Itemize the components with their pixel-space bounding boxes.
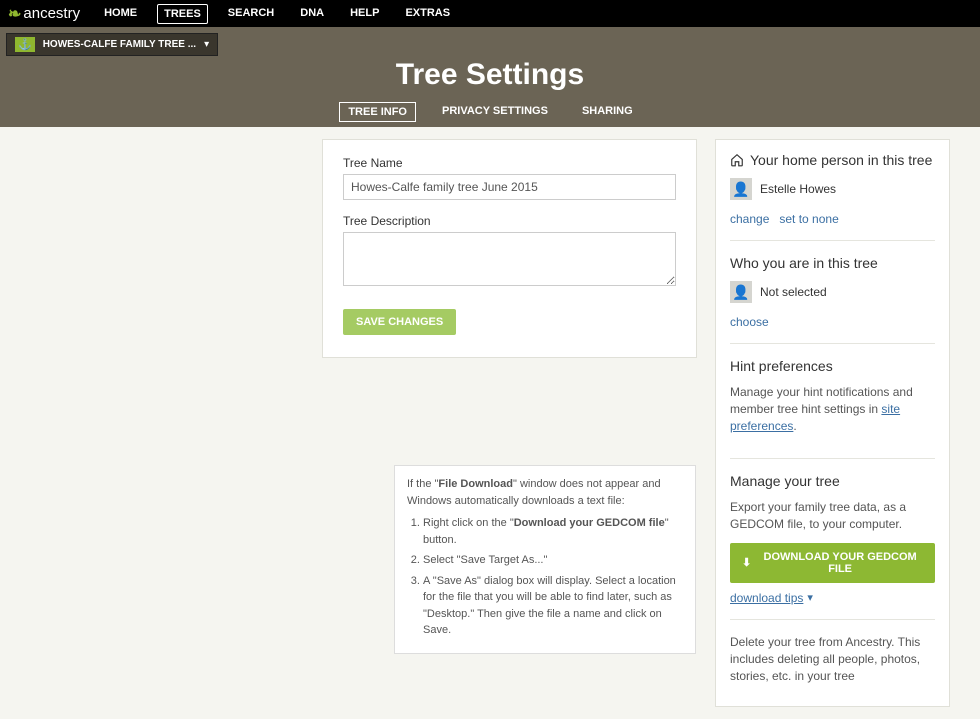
leaf-icon: ❧ (8, 4, 21, 24)
hint-prefs-heading: Hint preferences (730, 358, 935, 374)
download-tips-link[interactable]: download tips (730, 591, 803, 605)
tree-name-input[interactable] (343, 174, 676, 200)
tree-name-label: Tree Name (343, 156, 676, 170)
hint-prefs-text: Manage your hint notifications and membe… (730, 384, 935, 434)
home-person-heading-text: Your home person in this tree (750, 152, 932, 168)
who-you-are-value: Not selected (760, 285, 827, 299)
tree-desc-textarea[interactable] (343, 232, 676, 286)
manage-tree-text: Export your family tree data, as a GEDCO… (730, 499, 935, 533)
home-person-links: change set to none (730, 212, 935, 226)
home-person-name: Estelle Howes (760, 182, 836, 196)
tab-tree-info[interactable]: TREE INFO (339, 102, 416, 122)
nav-items: HOME TREES SEARCH DNA HELP EXTRAS (98, 4, 456, 24)
download-gedcom-label: DOWNLOAD YOUR GEDCOM FILE (757, 551, 923, 575)
avatar-icon: 👤 (730, 281, 752, 303)
home-person-heading: Your home person in this tree (730, 152, 935, 168)
tree-desc-label: Tree Description (343, 214, 676, 228)
chevron-down-icon: ▾ (807, 591, 813, 604)
download-icon: ⬇ (742, 556, 751, 569)
nav-extras[interactable]: EXTRAS (399, 4, 456, 24)
hint-prefs-section: Hint preferences Manage your hint notifi… (730, 358, 935, 459)
nav-help[interactable]: HELP (344, 4, 385, 24)
page-title: Tree Settings (0, 58, 980, 92)
tree-info-form: Tree Name Tree Description SAVE CHANGES (322, 139, 697, 358)
sub-header: ⚓ HOWES-CALFE FAMILY TREE ... ▾ Tree Set… (0, 27, 980, 127)
who-you-are-row: 👤 Not selected (730, 281, 935, 303)
home-icon (730, 153, 744, 167)
home-person-section: Your home person in this tree 👤 Estelle … (730, 152, 935, 241)
infobox-intro: If the "File Download" window does not a… (407, 476, 683, 509)
download-tips-infobox: If the "File Download" window does not a… (394, 465, 696, 654)
avatar-icon: 👤 (730, 178, 752, 200)
logo[interactable]: ❧ancestry (8, 4, 80, 24)
top-nav: ❧ancestry HOME TREES SEARCH DNA HELP EXT… (0, 0, 980, 27)
download-gedcom-button[interactable]: ⬇ DOWNLOAD YOUR GEDCOM FILE (730, 543, 935, 583)
settings-sidebar: Your home person in this tree 👤 Estelle … (715, 139, 950, 707)
brand-name: ancestry (23, 5, 80, 22)
set-none-link[interactable]: set to none (779, 212, 838, 226)
settings-tabs: TREE INFO PRIVACY SETTINGS SHARING (0, 102, 980, 122)
delete-tree-text: Delete your tree from Ancestry. This inc… (730, 634, 935, 684)
tree-selector[interactable]: ⚓ HOWES-CALFE FAMILY TREE ... ▾ (6, 33, 218, 56)
tab-privacy[interactable]: PRIVACY SETTINGS (434, 102, 556, 122)
infobox-step-1: Right click on the "Download your GEDCOM… (423, 515, 683, 548)
nav-search[interactable]: SEARCH (222, 4, 280, 24)
tree-icon: ⚓ (15, 37, 35, 52)
tree-selector-label: HOWES-CALFE FAMILY TREE ... (43, 39, 196, 50)
chevron-down-icon: ▾ (204, 39, 209, 50)
infobox-steps: Right click on the "Download your GEDCOM… (423, 515, 683, 639)
nav-trees[interactable]: TREES (157, 4, 208, 24)
download-tips-row: download tips ▾ (730, 591, 935, 605)
infobox-step-3: A "Save As" dialog box will display. Sel… (423, 573, 683, 639)
nav-dna[interactable]: DNA (294, 4, 330, 24)
manage-tree-heading: Manage your tree (730, 473, 935, 489)
manage-tree-section: Manage your tree Export your family tree… (730, 473, 935, 620)
save-changes-button[interactable]: SAVE CHANGES (343, 309, 456, 335)
infobox-step-2: Select "Save Target As..." (423, 552, 683, 569)
choose-link[interactable]: choose (730, 315, 769, 329)
tab-sharing[interactable]: SHARING (574, 102, 641, 122)
change-home-person-link[interactable]: change (730, 212, 769, 226)
hint-text-after: . (793, 419, 796, 433)
nav-home[interactable]: HOME (98, 4, 143, 24)
who-you-are-heading: Who you are in this tree (730, 255, 935, 271)
home-person-row: 👤 Estelle Howes (730, 178, 935, 200)
delete-tree-section: Delete your tree from Ancestry. This inc… (730, 634, 935, 684)
who-you-are-section: Who you are in this tree 👤 Not selected … (730, 255, 935, 344)
